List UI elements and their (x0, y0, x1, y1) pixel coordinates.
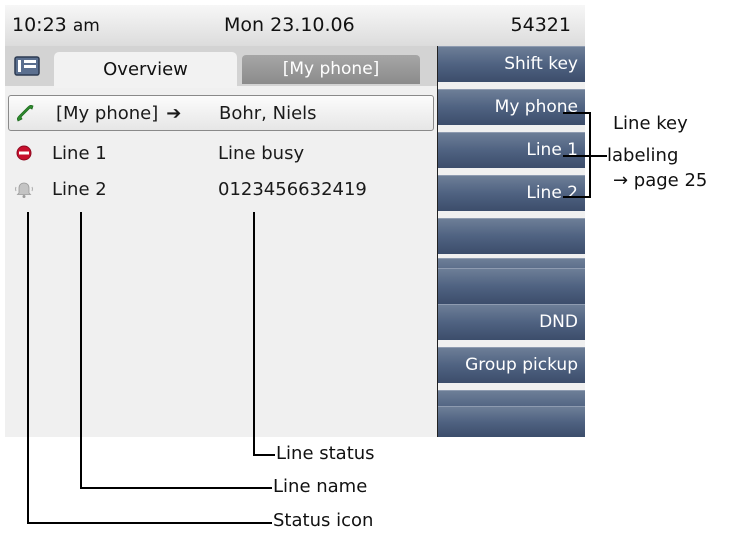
clock-time: 10:23 (12, 14, 67, 36)
callout-line (27, 522, 272, 524)
key-dnd[interactable]: DND (438, 304, 585, 340)
clock: 10:23 am (12, 14, 100, 36)
key-line-2[interactable]: Line 2 (438, 175, 585, 211)
line-row-my-phone[interactable]: [My phone] ➔ Bohr, Niels (8, 95, 434, 131)
key-my-phone[interactable]: My phone (438, 89, 585, 125)
tab-my-phone[interactable]: [My phone] (242, 55, 420, 84)
callout-line (563, 155, 607, 157)
line-name: Line 2 (52, 179, 107, 200)
callout-line (80, 487, 272, 489)
callout-line (253, 212, 255, 456)
arrow-right-icon: ➔ (166, 103, 182, 124)
function-key-panel: Shift key My phone Line 1 Line 2 DND Gro… (437, 46, 585, 437)
status-bar: 10:23 am Mon 23.10.06 54321 (5, 5, 585, 47)
callout-line-key-label-1: Line key (613, 113, 688, 134)
date-display: Mon 23.10.06 (224, 14, 355, 36)
line-row-line-1[interactable]: Line 1 Line busy (5, 135, 437, 171)
busy-icon (16, 145, 32, 161)
menu-icon[interactable] (14, 56, 40, 76)
line-status: Line busy (218, 143, 305, 164)
own-number: 54321 (510, 14, 571, 36)
key-shift[interactable]: Shift key (438, 46, 585, 82)
key-group-pickup[interactable]: Group pickup (438, 347, 585, 383)
line-name: Line 1 (52, 143, 107, 164)
phone-handset-icon (16, 104, 34, 122)
tab-overview[interactable]: Overview (54, 52, 237, 88)
callout-line-key-label-2: labeling (607, 145, 679, 166)
phone-display: 10:23 am Mon 23.10.06 54321 Overview [My… (5, 5, 585, 437)
line-status: 0123456632419 (218, 179, 367, 200)
line-row-line-2[interactable]: Line 2 0123456632419 (5, 171, 437, 207)
key-line-1[interactable]: Line 1 (438, 132, 585, 168)
callout-line (563, 112, 591, 114)
line-name-text: [My phone] (56, 103, 159, 124)
callout-status-icon: Status icon (273, 510, 374, 531)
bell-icon (15, 182, 33, 198)
callout-line (563, 196, 591, 198)
callout-page-reference: → page 25 (613, 170, 708, 191)
callout-line (253, 454, 275, 456)
callout-line (27, 212, 29, 524)
clock-am-pm: am (72, 16, 100, 36)
callout-line (80, 212, 82, 489)
key-empty-3[interactable] (438, 268, 585, 304)
line-status: Bohr, Niels (219, 103, 317, 124)
line-name: [My phone] ➔ (56, 103, 181, 124)
callout-line-name: Line name (273, 476, 368, 497)
key-empty-1[interactable] (438, 218, 585, 254)
key-empty-5[interactable] (438, 406, 585, 437)
tab-bar: Overview [My phone] (5, 46, 437, 88)
callout-line-status: Line status (276, 443, 375, 464)
